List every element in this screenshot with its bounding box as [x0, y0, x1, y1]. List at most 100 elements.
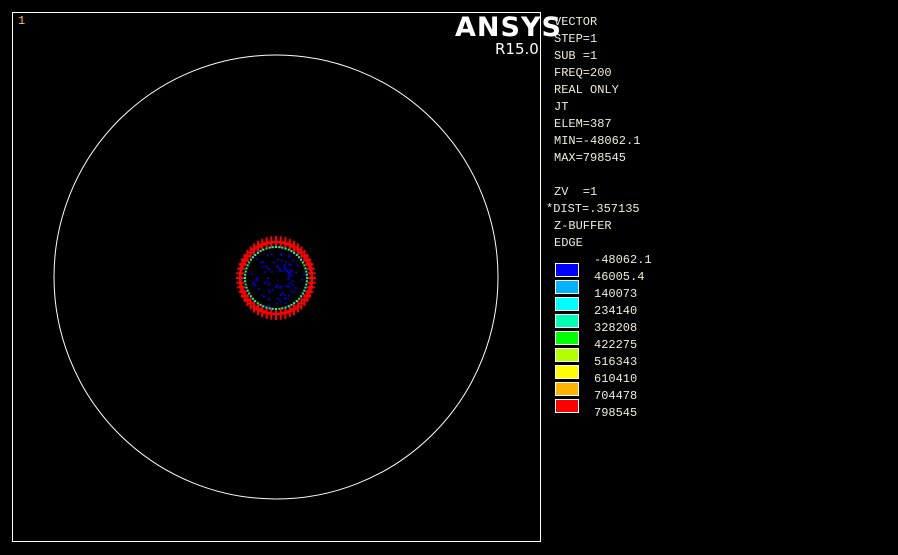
vector-arrow [282, 292, 284, 294]
vector-arrow [302, 262, 304, 264]
view-line: EDGE [554, 236, 583, 250]
vector-arrow [248, 262, 250, 264]
vector-arrow [303, 290, 305, 292]
vector-arrow [250, 295, 252, 297]
vector-arrow [255, 278, 257, 280]
vector-arrow [247, 264, 249, 266]
window-number: 1 [18, 14, 25, 28]
vector-arrow [260, 304, 262, 306]
legend-color-box [555, 314, 579, 328]
vector-arrow [288, 249, 290, 251]
vector-arrow [276, 266, 278, 268]
vector-arrow [252, 284, 254, 286]
vector-arrow [280, 286, 282, 288]
vector-arrow [263, 296, 265, 298]
legend-color-box [555, 399, 579, 413]
vector-arrow [267, 277, 269, 279]
vector-arrow [284, 298, 286, 300]
legend-value: 328208 [594, 321, 637, 335]
vector-arrow [306, 277, 308, 279]
legend-value: 704478 [594, 389, 637, 403]
vector-arrow [269, 247, 271, 249]
vector-arrow [271, 254, 273, 256]
vector-arrow [251, 273, 253, 275]
vector-arrow [257, 252, 259, 254]
vector-arrow [288, 256, 290, 258]
legend-color-box [555, 382, 579, 396]
vector-arrow [278, 308, 280, 310]
vector-arrow [287, 278, 289, 280]
vector-arrow [273, 261, 275, 263]
vector-arrow [295, 272, 297, 274]
vector-arrow [264, 271, 266, 273]
vector-arrow [279, 301, 281, 303]
info-line: REAL ONLY [554, 83, 619, 97]
view-line: ZV =1 [554, 185, 597, 199]
vector-arrow [265, 306, 267, 308]
vector-plot [0, 0, 898, 555]
vector-arrow [298, 256, 300, 258]
vector-arrow [275, 286, 277, 288]
legend-value: 610410 [594, 372, 637, 386]
vector-arrow [288, 286, 290, 288]
vector-arrow [271, 271, 273, 273]
vector-arrow [290, 269, 292, 271]
vector-arrow [294, 291, 296, 293]
vector-arrow [285, 306, 287, 308]
vector-arrow [262, 249, 264, 251]
legend-value: 140073 [594, 287, 637, 301]
vector-arrow [288, 263, 290, 265]
vector-arrow [250, 259, 252, 261]
vector-arrow [288, 305, 290, 307]
vector-arrow [261, 294, 263, 296]
legend-color-box [555, 297, 579, 311]
vector-arrow [305, 271, 307, 273]
vector-arrow [277, 285, 279, 287]
vector-arrow [260, 250, 262, 252]
info-line: MAX=798545 [554, 151, 626, 165]
vector-arrow [246, 267, 248, 269]
vector-arrow [288, 276, 290, 278]
vector-arrow [248, 293, 250, 295]
vector-arrow [285, 261, 287, 263]
vector-arrow [291, 304, 293, 306]
vector-arrow [265, 248, 267, 250]
vector-arrow [285, 269, 287, 271]
vector-arrow [284, 266, 286, 268]
info-line: SUB =1 [554, 49, 597, 63]
outer-boundary-circle [54, 55, 498, 499]
vector-arrow [289, 283, 291, 285]
vector-arrow [279, 270, 281, 272]
version-label: R15.0 [495, 40, 539, 58]
vector-arrow [291, 250, 293, 252]
vector-arrow [302, 293, 304, 295]
vector-arrow [285, 303, 287, 305]
vector-arrow [281, 254, 283, 256]
vector-arrow [306, 280, 308, 282]
vector-arrow [253, 282, 255, 284]
vector-arrow [272, 308, 274, 310]
vector-arrow [246, 287, 248, 289]
vector-arrow [275, 246, 277, 248]
vector-arrow [272, 246, 274, 248]
vector-arrow [285, 248, 287, 250]
vector-arrow [292, 285, 294, 287]
legend-color-box [555, 348, 579, 362]
info-line: ELEM=387 [554, 117, 612, 131]
vector-arrow [256, 280, 258, 282]
vector-arrow [254, 254, 256, 256]
vector-arrow [296, 300, 298, 302]
vector-arrow [257, 302, 259, 304]
vector-arrow [293, 302, 295, 304]
vector-arrow [292, 280, 294, 282]
vector-arrow [278, 246, 280, 248]
vector-arrow [267, 255, 269, 257]
vector-arrow [284, 294, 286, 296]
vector-arrow [258, 288, 260, 290]
vector-arrow [277, 298, 279, 300]
vector-arrow [257, 277, 259, 279]
vector-arrow [292, 260, 294, 262]
vector-arrow [304, 267, 306, 269]
vector-arrow [245, 283, 247, 285]
vector-arrow [268, 289, 270, 291]
